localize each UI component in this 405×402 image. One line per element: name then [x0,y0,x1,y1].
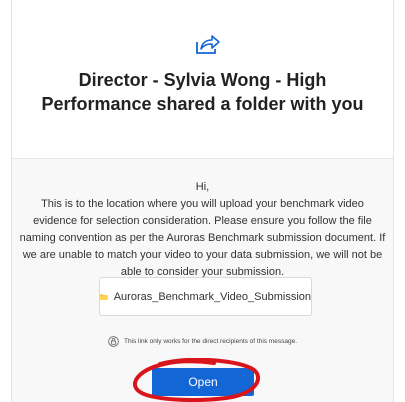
email-body: Hi, This is to the location where you wi… [12,159,393,402]
message-text: Hi, This is to the location where you wi… [18,179,387,281]
notice-text: This link only works for the direct reci… [123,338,298,345]
open-button[interactable]: Open [152,368,254,396]
folder-link[interactable]: Auroras_Benchmark_Video_Submission [99,277,312,316]
greeting: Hi, [195,181,210,193]
email-header: Director - Sylvia Wong - High Performanc… [12,0,393,159]
recipients-notice: This link only works for the direct reci… [12,336,393,347]
folder-icon [100,293,108,300]
lock-icon [108,336,119,347]
folder-name: Auroras_Benchmark_Video_Submission [113,290,311,303]
message-body: This is to the location where you will u… [19,198,386,278]
page-title: Director - Sylvia Wong - High Performanc… [41,70,364,114]
share-email-card: Director - Sylvia Wong - High Performanc… [11,0,394,402]
share-icon [196,35,220,54]
